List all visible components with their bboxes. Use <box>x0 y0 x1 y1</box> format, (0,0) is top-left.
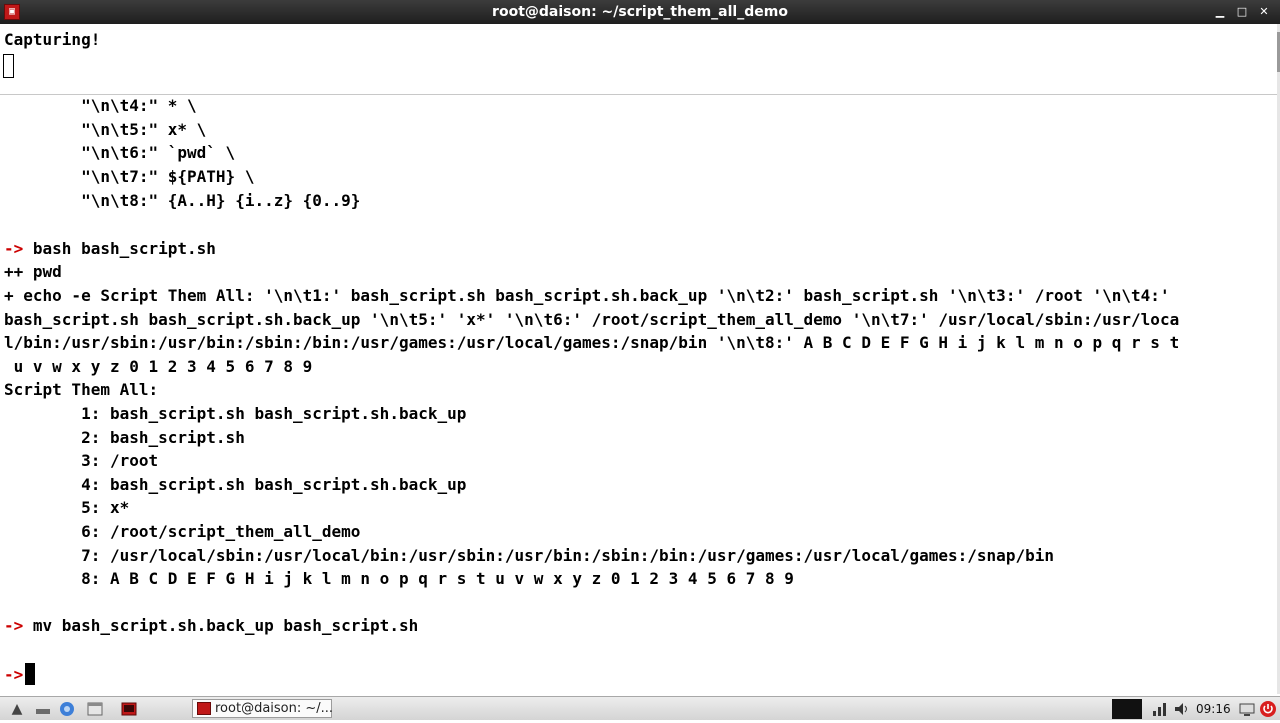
show-desktop-icon[interactable] <box>34 700 52 718</box>
output-line: 3: /root <box>4 451 159 470</box>
script-line: "\n\t4:" * \ <box>4 96 197 115</box>
output-line: 5: x* <box>4 498 130 517</box>
output-line: 8: A B C D E F G H i j k l m n o p q r s… <box>4 569 794 588</box>
pane-divider <box>0 94 1278 95</box>
output-line: 7: /usr/local/sbin:/usr/local/bin:/usr/s… <box>4 546 1054 565</box>
capture-input-cursor[interactable] <box>3 54 14 78</box>
script-line: "\n\t5:" x* \ <box>4 120 207 139</box>
trace-line: l/bin:/usr/sbin:/usr/bin:/sbin:/bin:/usr… <box>4 333 1180 352</box>
trace-line: ++ pwd <box>4 262 62 281</box>
tray-indicator[interactable] <box>1112 699 1142 719</box>
terminal-launcher-icon[interactable] <box>120 700 138 718</box>
screen-icon[interactable] <box>1238 700 1256 718</box>
network-icon[interactable] <box>1150 700 1168 718</box>
capture-status-text: Capturing! <box>4 30 101 49</box>
command-text: bash bash_script.sh <box>23 239 216 258</box>
output-line: 2: bash_script.sh <box>4 428 245 447</box>
taskbar: ▲ root@daison: ~/... 09:16 <box>0 696 1280 720</box>
capture-pane[interactable]: Capturing! <box>0 24 1278 94</box>
window-title: root@daison: ~/script_them_all_demo <box>492 4 788 20</box>
terminal-output[interactable]: "\n\t4:" * \ "\n\t5:" x* \ "\n\t6:" `pwd… <box>0 96 1276 694</box>
terminal-window-icon <box>197 702 211 715</box>
taskbar-window-label: root@daison: ~/... <box>215 701 334 716</box>
trace-line: u v w x y z 0 1 2 3 4 5 6 7 8 9 <box>4 357 313 376</box>
output-line: 1: bash_script.sh bash_script.sh.back_up <box>4 404 467 423</box>
browser-icon[interactable] <box>58 700 76 718</box>
prompt-arrow: -> <box>4 665 24 684</box>
prompt-arrow: -> <box>4 616 24 635</box>
script-line: "\n\t7:" ${PATH} \ <box>4 167 255 186</box>
start-menu-icon[interactable]: ▲ <box>8 700 26 718</box>
terminal-cursor[interactable] <box>25 663 36 685</box>
close-button[interactable]: ✕ <box>1256 4 1272 20</box>
output-line: 4: bash_script.sh bash_script.sh.back_up <box>4 475 467 494</box>
minimize-button[interactable]: ▁ <box>1212 4 1228 20</box>
script-line: "\n\t6:" `pwd` \ <box>4 143 236 162</box>
output-line: Script Them All: <box>4 380 159 399</box>
command-line: -> mv bash_script.sh.back_up bash_script… <box>4 616 418 636</box>
prompt-arrow: -> <box>4 239 24 258</box>
file-manager-icon[interactable] <box>86 700 104 718</box>
trace-line: + echo -e Script Them All: '\n\t1:' bash… <box>4 286 1170 305</box>
taskbar-window-button[interactable]: root@daison: ~/... <box>192 699 334 718</box>
command-text: mv bash_script.sh.back_up bash_script.sh <box>23 616 419 635</box>
script-line: "\n\t8:" {A..H} {i..z} {0..9} <box>4 191 361 210</box>
maximize-button[interactable]: □ <box>1234 4 1250 20</box>
window-titlebar[interactable]: ▣ root@daison: ~/script_them_all_demo ▁ … <box>0 0 1280 24</box>
clock: 09:16 <box>1196 702 1231 716</box>
trace-line: bash_script.sh bash_script.sh.back_up '\… <box>4 310 1180 329</box>
active-prompt-line[interactable]: -> <box>4 663 36 685</box>
output-line: 6: /root/script_them_all_demo <box>4 522 361 541</box>
volume-icon[interactable] <box>1172 700 1190 718</box>
command-line: -> bash bash_script.sh <box>4 239 216 259</box>
power-icon[interactable] <box>1259 700 1277 718</box>
